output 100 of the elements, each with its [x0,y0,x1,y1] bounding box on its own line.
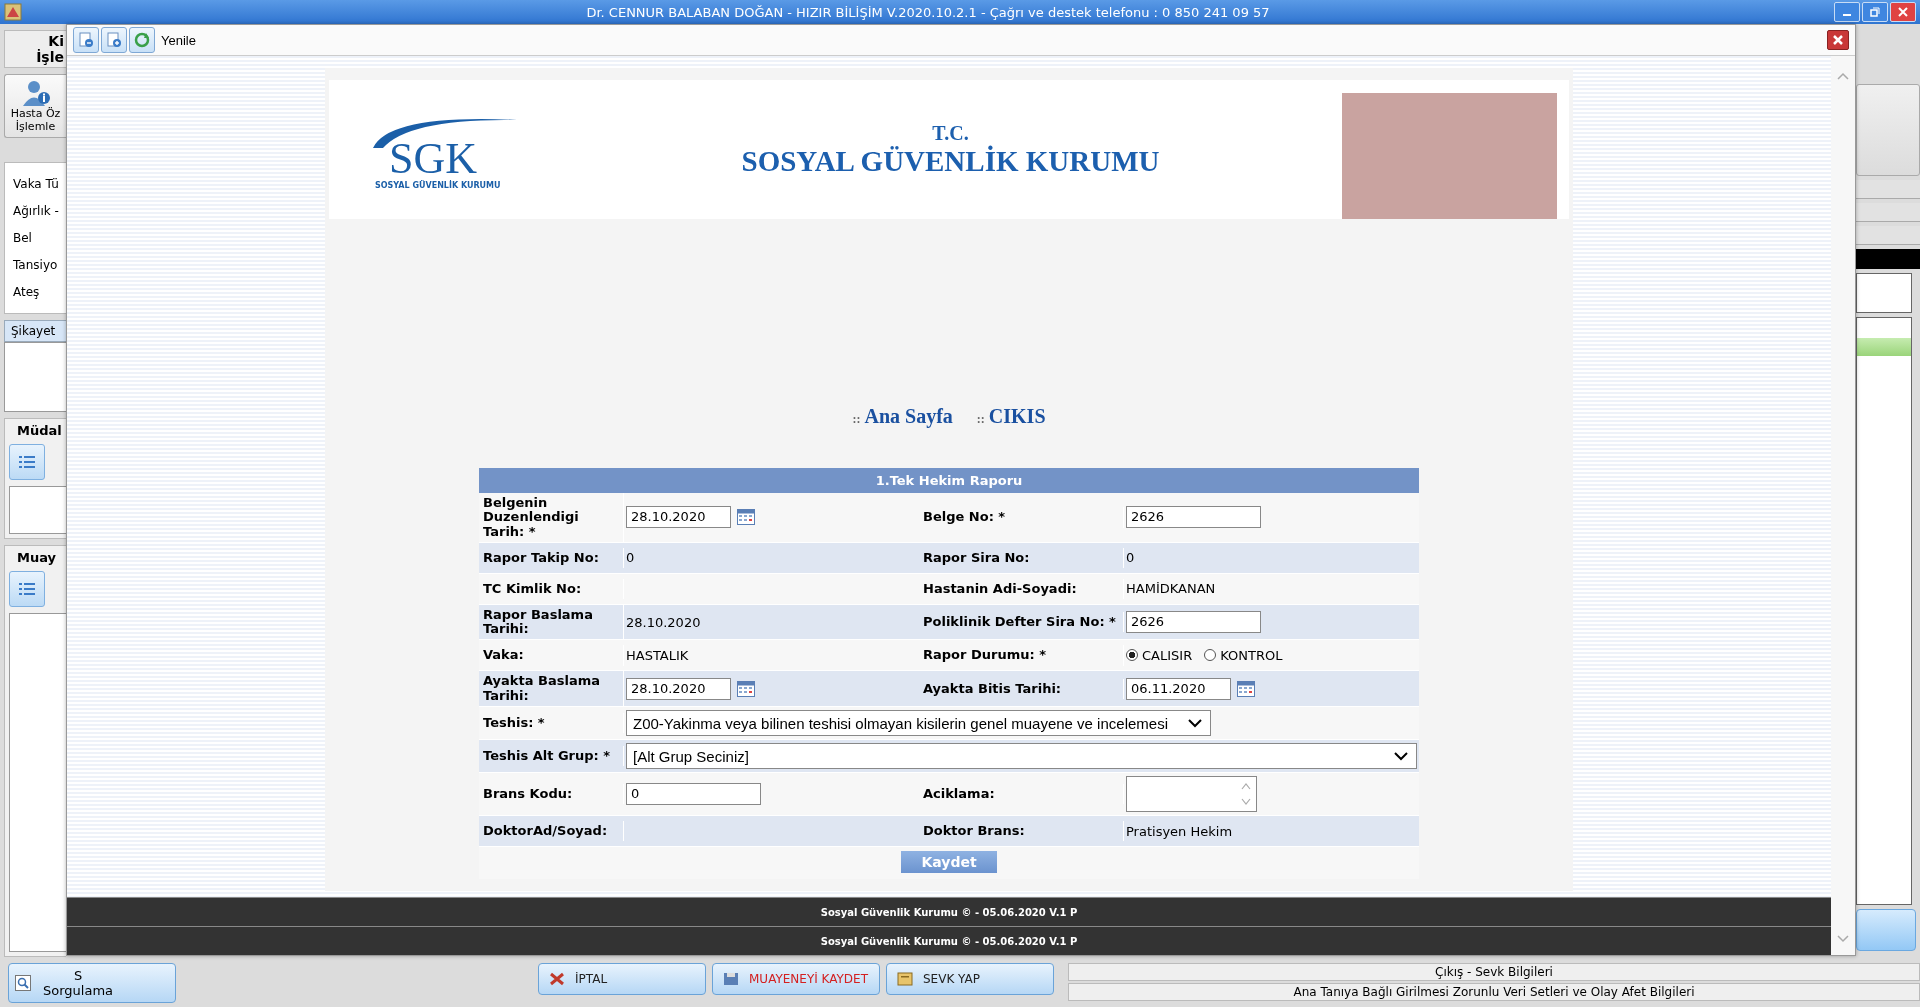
logo-text: SGK [389,136,478,181]
close-icon [1832,34,1844,46]
nav-link[interactable]: Ana Sayfa [864,405,953,428]
action-button[interactable]: MUAYENEYİ KAYDET [712,963,880,995]
chevron-down-icon [1188,718,1202,729]
field-label: TC Kimlik No: [479,578,624,600]
nav-separator: :: [852,412,861,427]
input-field[interactable]: 2626 [1126,506,1261,529]
field-value: 28.10.2020 [626,614,701,630]
radio-label: KONTROL [1220,648,1283,663]
field-label: Hastanin Adi-Soyadi: [919,578,1124,600]
action-button[interactable]: İPTAL [538,963,706,995]
footer-text: Sosyal Güvenlik Kurumu © - 05.06.2020 V.1 P [820,906,1078,918]
field-label: Brans Kodu: [479,783,624,805]
vital-label: Tansiyo [13,258,59,272]
field-label: Vaka: [479,645,624,666]
date-field[interactable]: 28.10.2020 [626,677,731,700]
close-icon [1898,7,1908,17]
form-title: 1.Tek Hekim Raporu [479,468,1419,493]
textarea-field[interactable] [1126,776,1257,813]
list-icon [19,583,35,595]
restore-button[interactable] [1862,2,1888,22]
section-title: Müdal [16,423,63,438]
input-field[interactable]: 2626 [1126,611,1261,634]
list-button[interactable] [9,444,45,480]
radio-button[interactable] [1126,649,1138,662]
input-field[interactable]: 0 [626,783,761,806]
app-icon [4,3,22,21]
field-label: Rapor Baslama Tarihi: [479,604,624,640]
chevron-down-icon [1394,751,1408,762]
zoom-out-button[interactable] [73,27,99,53]
field-label: Rapor Sira No: [919,547,1124,569]
nav-separator: :: [976,412,985,427]
action-button[interactable]: SEVK YAP [886,963,1054,995]
vital-label: Ağırlık - [13,204,60,218]
header-title: SOSYAL GÜVENLİK KURUMU [741,144,1160,178]
zoom-in-icon [106,32,122,48]
header-bar [1856,249,1920,269]
radio-label: CALISIR [1142,648,1193,663]
restore-icon [1870,7,1880,17]
vital-label: Bel [13,231,33,245]
zoom-in-button[interactable] [101,27,127,53]
field-value: 0 [626,550,635,566]
field-label: Doktor Brans: [919,820,1124,842]
selection-highlight [1857,338,1911,356]
cross-icon [549,972,565,986]
header-prefix: T.C. [932,121,969,145]
field-label: Belge No: * [919,507,1124,528]
section-link[interactable]: Ana Tanıya Bağlı Girilmesi Zorunlu Veri Setleri ve Olay Afet Bilgileri [1068,983,1920,1001]
side-button[interactable] [1856,84,1920,176]
calendar-icon[interactable] [1237,680,1255,697]
field-label: Ayakta Bitis Tarihi: [919,678,1124,699]
scrollbar[interactable] [1831,56,1855,955]
floppy-icon [723,972,739,986]
calendar-icon[interactable] [737,680,755,697]
zoom-out-icon [78,32,94,48]
field-label: Aciklama: [919,783,1124,805]
footer-text: Sosyal Güvenlik Kurumu © - 05.06.2020 V.1 P [820,935,1078,947]
close-button[interactable] [1827,30,1849,50]
query-button[interactable]: S Sorgulama [8,963,176,1003]
field-label: Poliklinik Defter Sira No: * [919,612,1124,633]
refresh-button[interactable] [129,27,155,53]
field-label: DoktorAd/Soyad: [479,820,624,842]
date-field[interactable]: 06.11.2020 [1126,677,1231,700]
person-info-icon [20,79,51,107]
patient-button[interactable]: Hasta Öz İşlemle [4,74,66,138]
chevron-up-icon[interactable] [1837,72,1849,80]
vital-label: Vaka Tü [13,177,60,191]
radio-button[interactable] [1204,649,1217,662]
list-button[interactable] [9,571,45,607]
field-label: Teshis: * [479,712,624,734]
chevron-down-icon[interactable] [1837,935,1849,943]
section-title: Muay [16,550,58,565]
dropdown[interactable]: Z00-Yakinma veya bilinen teshisi olmayan kisilerin genel muayene ve incelemesi [626,710,1211,737]
field-label: Ayakta Baslama Tarihi: [479,671,624,707]
field-value: Pratisyen Hekim [1126,823,1233,839]
field-label: Rapor Durumu: * [919,645,1124,666]
field-value: 0 [1126,550,1135,566]
document-icon [897,972,913,986]
date-field[interactable]: 28.10.2020 [626,506,731,529]
field-label: Rapor Takip No: [479,547,624,569]
vital-label: Ateş [13,285,41,299]
section-link[interactable]: Çıkış - Sevk Bilgileri [1068,963,1920,981]
dropdown[interactable]: [Alt Grup Seciniz] [626,743,1417,770]
window-title: Dr. CENNUR BALABAN DOĞAN - HIZIR BİLİŞİM V.2020.10.2.1 - Çağrı ve destek telefonu : 0 850 241 09 57 [585,4,1271,20]
complaint-tab[interactable]: Şikayet [4,320,66,342]
list-icon [19,456,35,468]
field-value: HASTALIK [626,648,689,663]
calendar-icon[interactable] [737,509,755,526]
logo-subtext: SOSYAL GÜVENLİK KURUMU [375,180,502,190]
field-label: Teshis Alt Grup: * [479,745,624,767]
field-value: HAMİDKANAN [1126,581,1216,597]
minimize-icon [1843,14,1851,16]
search-icon [15,975,31,991]
minimize-button[interactable] [1834,2,1860,22]
side-button[interactable] [1856,909,1916,951]
refresh-icon [134,32,150,48]
field-label: Belgenin Duzenlendigi Tarih: * [479,493,624,542]
nav-link[interactable]: CIKIS [988,405,1046,428]
panel-tab[interactable]: Ki İşle [4,30,66,68]
